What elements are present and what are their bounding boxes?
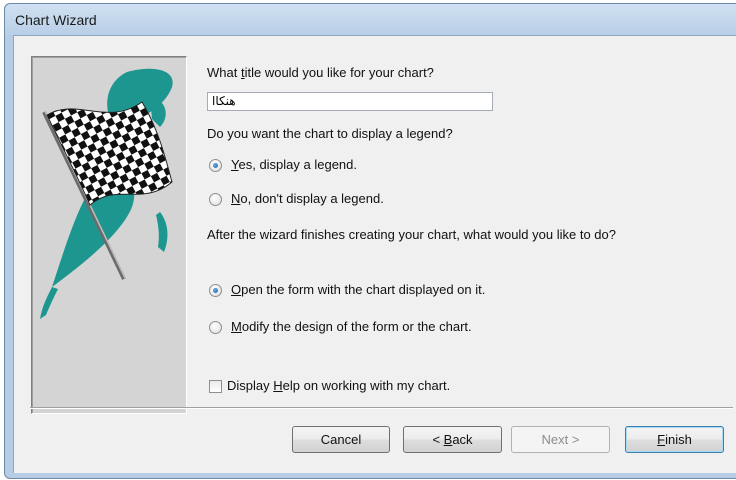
checkered-flag-icon <box>40 68 173 319</box>
legend-no-label[interactable]: No, don't display a legend. <box>231 191 384 206</box>
dialog-body: What title would you like for your chart… <box>13 35 736 473</box>
legend-question-label: Do you want the chart to display a legen… <box>207 126 453 141</box>
legend-no-radio[interactable] <box>209 193 222 206</box>
legend-yes-radio[interactable] <box>209 159 222 172</box>
display-help-checkbox[interactable] <box>209 380 222 393</box>
back-button[interactable]: < Back <box>403 426 502 453</box>
window-title: Chart Wizard <box>15 12 97 28</box>
modify-design-radio[interactable] <box>209 321 222 334</box>
finish-button[interactable]: Finish <box>625 426 724 453</box>
next-button[interactable]: Next > <box>511 426 610 453</box>
title-question-label: What title would you like for your chart… <box>207 65 434 80</box>
chart-title-value: هنكاا <box>212 94 236 108</box>
button-separator <box>30 407 733 409</box>
chart-title-input[interactable]: هنكاا <box>207 92 493 111</box>
display-help-label[interactable]: Display Help on working with my chart. <box>227 378 450 393</box>
chart-wizard-window: Chart Wizard What title would you like f… <box>4 3 736 479</box>
cancel-button[interactable]: Cancel <box>292 426 390 453</box>
after-wizard-question-label: After the wizard finishes creating your … <box>207 227 616 242</box>
open-form-label[interactable]: Open the form with the chart displayed o… <box>231 282 485 297</box>
title-bar[interactable]: Chart Wizard <box>5 4 736 35</box>
legend-yes-label[interactable]: Yes, display a legend. <box>231 157 357 172</box>
wizard-art-panel <box>31 56 187 414</box>
open-form-radio[interactable] <box>209 284 222 297</box>
modify-design-label[interactable]: Modify the design of the form or the cha… <box>231 319 472 334</box>
